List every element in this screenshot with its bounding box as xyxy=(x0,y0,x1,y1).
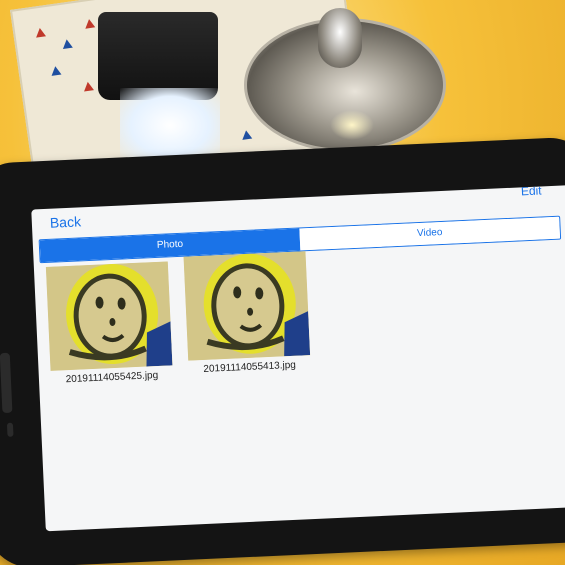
edit-button[interactable]: Edit xyxy=(521,183,542,198)
back-button[interactable]: Back xyxy=(50,213,82,230)
stand-reflection xyxy=(330,110,374,140)
face-drawing-image xyxy=(183,251,311,361)
photo-filename: 20191114055413.jpg xyxy=(203,359,297,375)
photo-filename: 20191114055425.jpg xyxy=(65,370,159,386)
stand-knob xyxy=(318,8,362,68)
phone-side-button xyxy=(0,352,13,414)
tab-video[interactable]: Video xyxy=(299,216,561,251)
face-drawing-image xyxy=(45,261,173,371)
photo-preview xyxy=(45,261,173,371)
photo-scene: Back Edit Photo Video 20191114055425.jpg… xyxy=(0,0,565,565)
photo-thumbnail[interactable]: 20191114055413.jpg xyxy=(183,251,311,375)
photo-preview xyxy=(183,251,311,361)
smartphone: Back Edit Photo Video 20191114055425.jpg… xyxy=(0,136,565,565)
photo-thumbnail[interactable]: 20191114055425.jpg xyxy=(45,261,173,386)
camera-light xyxy=(120,88,220,163)
microscope-camera xyxy=(98,12,218,100)
phone-side-button xyxy=(6,422,14,437)
phone-screen: Back Edit Photo Video 20191114055425.jpg… xyxy=(31,182,565,532)
